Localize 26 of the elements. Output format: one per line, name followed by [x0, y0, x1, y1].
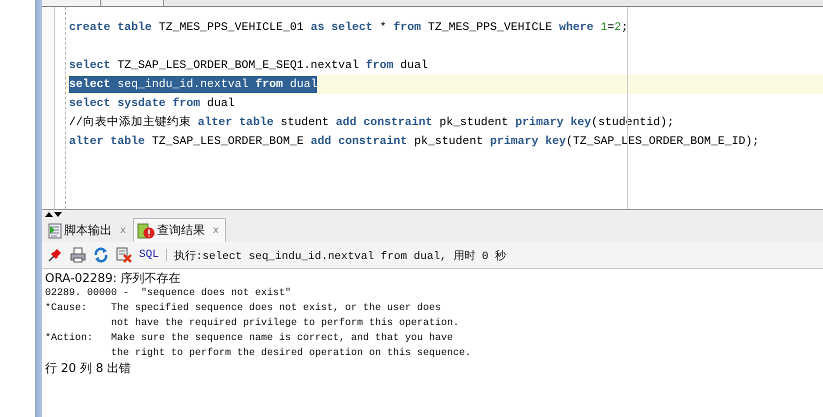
error-text: Make sure the sequence name is correct, and that you have: [111, 332, 454, 346]
error-heading: ORA-02289: 序列不存在: [45, 271, 182, 286]
code-line: select TZ_SAP_LES_ORDER_BOM_E_SEQ1.nextval from dual: [69, 58, 428, 74]
error-text: The specified sequence does not exist, or the user does: [111, 302, 442, 316]
script-icon: [48, 222, 62, 238]
splitter-arrows-icon[interactable]: [44, 210, 62, 218]
execution-status: 执行:select seq_indu_id.nextval from dual, 用时 0 秒: [174, 249, 506, 262]
output-tab[interactable]: 脚本输出 x: [44, 219, 133, 242]
code-line: select sysdate from dual: [69, 96, 235, 112]
code-line: create table TZ_MES_PPS_VEHICLE_01 as select * from TZ_MES_PPS_VEHICLE where 1=2;: [69, 20, 628, 36]
code-editor[interactable]: [42, 7, 823, 210]
error-grid-icon: [136, 222, 155, 238]
clear-icon[interactable]: [116, 247, 132, 263]
refresh-icon[interactable]: [93, 247, 109, 263]
output-tab[interactable]: 查询结果 x: [132, 218, 226, 242]
pin-icon[interactable]: [47, 247, 63, 263]
code-line: alter table TZ_SAP_LES_ORDER_BOM_E add constraint pk_student primary key(TZ_SAP_LES_ORDER_BOM_E_ID);: [69, 134, 760, 150]
section-label: *Cause:: [45, 302, 88, 316]
error-text: the right to perform the desired operation on this sequence.: [111, 346, 472, 361]
error-code: 02289. 00000 - "sequence does not exist": [45, 286, 292, 301]
section-label: *Action:: [45, 332, 94, 346]
error-position: 行 20 列 8 出错: [45, 361, 132, 376]
error-text: not have the required privilege to perform this operation.: [111, 316, 460, 331]
sql-button[interactable]: SQL: [139, 249, 159, 261]
code-line: //向表中添加主键约束 alter table student add constraint pk_student primary key(studentid);: [69, 114, 674, 131]
printer-icon[interactable]: [70, 247, 86, 263]
